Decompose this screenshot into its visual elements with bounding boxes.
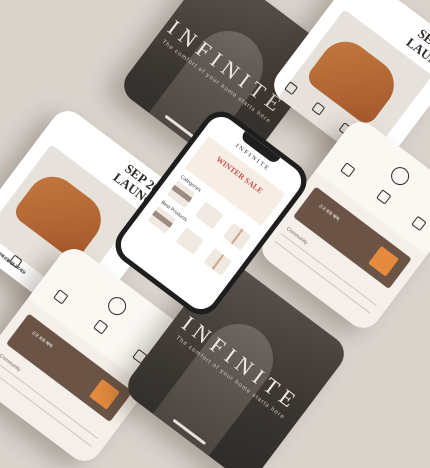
order-icon[interactable] xyxy=(340,162,356,178)
order-icon[interactable] xyxy=(53,289,69,305)
mockup-scene: INFINITE The comfort of your home starts… xyxy=(0,0,430,468)
avatar[interactable] xyxy=(387,163,413,189)
point-icon[interactable] xyxy=(411,215,427,232)
community-label: Community xyxy=(0,353,22,374)
promo-text: 신규 회원 혜택 xyxy=(318,202,341,222)
category-lamp[interactable] xyxy=(222,222,252,251)
app-screen: INFINITE WINTER SALE Categories Best Pro… xyxy=(114,110,308,316)
community-label: Community xyxy=(284,226,309,247)
product-table[interactable] xyxy=(175,227,205,255)
coupon-icon[interactable] xyxy=(92,318,109,335)
promo-image xyxy=(89,378,120,410)
category-sofa[interactable] xyxy=(194,201,224,230)
phone-center: INFINITE WINTER SALE Categories Best Pro… xyxy=(107,103,315,323)
coupon-icon[interactable] xyxy=(375,188,392,205)
product-lamp[interactable] xyxy=(203,248,233,276)
promo-text: 신규 회원 혜택 xyxy=(31,329,54,349)
promo-image xyxy=(368,245,399,277)
avatar[interactable] xyxy=(104,293,130,319)
